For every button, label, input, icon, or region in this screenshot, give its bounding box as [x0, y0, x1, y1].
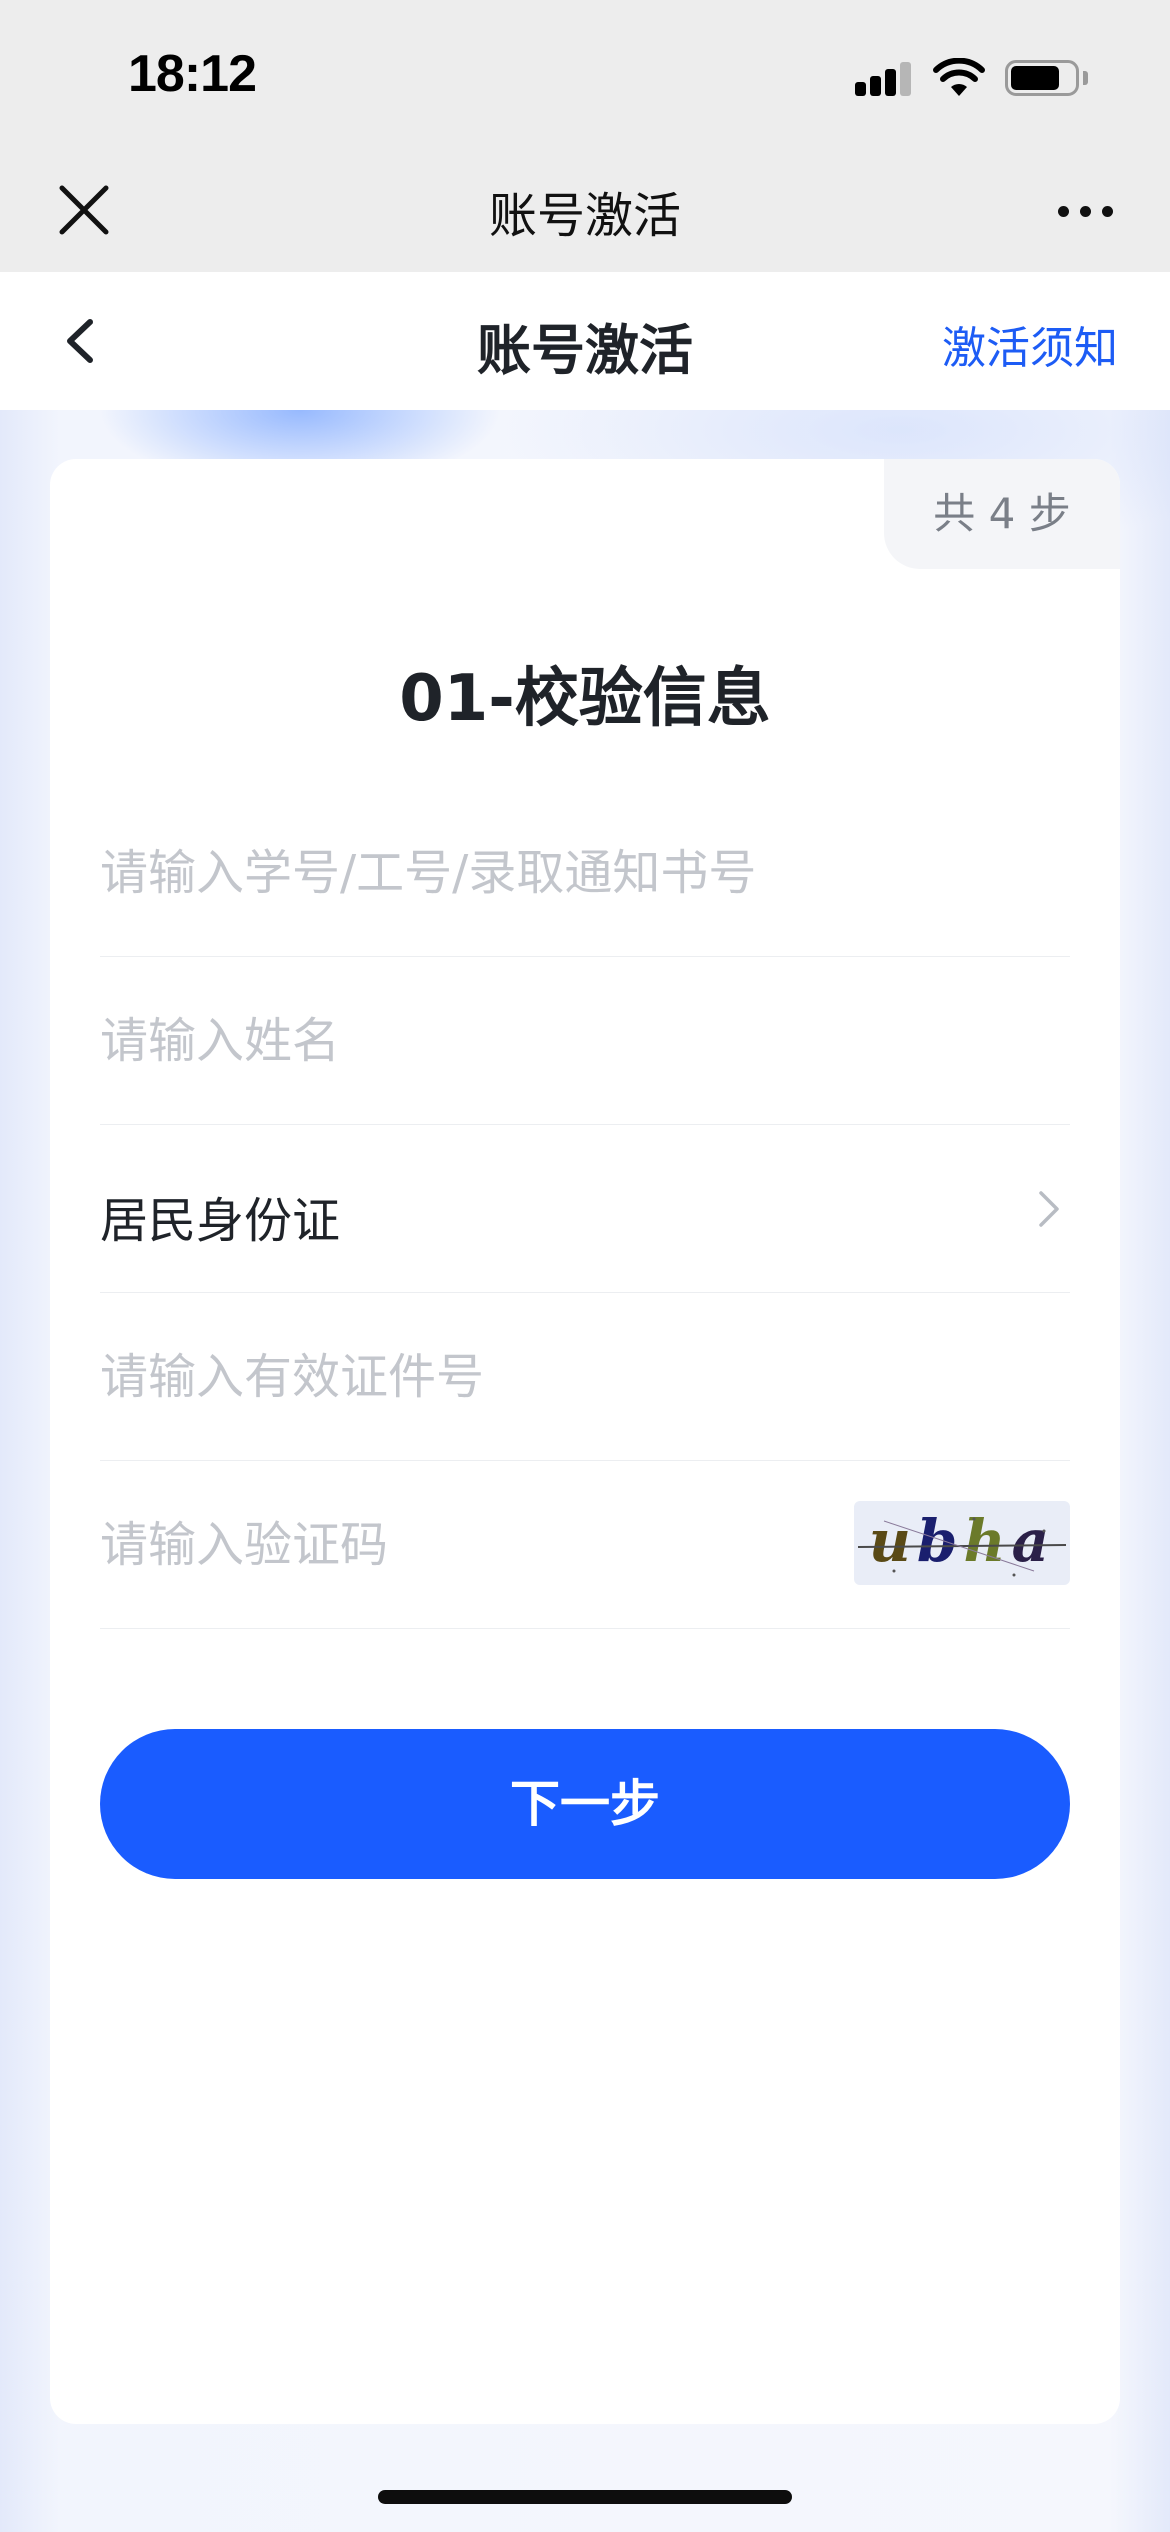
- more-icon[interactable]: [1052, 180, 1118, 240]
- id-type-value: 居民身份证: [100, 1193, 341, 1249]
- nav-bar: 账号激活 激活须知: [0, 272, 1170, 410]
- webview-title: 账号激活: [488, 188, 681, 244]
- battery-level: [1011, 66, 1059, 90]
- activation-notice-link[interactable]: 激活须知: [942, 312, 1118, 376]
- name-input[interactable]: [100, 957, 1070, 1124]
- chevron-right-icon: [1039, 1191, 1059, 1227]
- activation-card: 共 4 步 01-校验信息 居民身份证 ubha: [50, 459, 1120, 2424]
- status-icons: [855, 58, 1090, 98]
- id-type-select[interactable]: 居民身份证: [100, 1125, 1070, 1293]
- home-indicator: [378, 2490, 792, 2504]
- form-row-student-id: [100, 789, 1070, 957]
- status-time: 18:12: [128, 45, 257, 103]
- step-count-badge: 共 4 步: [884, 459, 1120, 569]
- form-row-id-number: [100, 1293, 1070, 1461]
- next-step-button[interactable]: 下一步: [100, 1729, 1070, 1879]
- id-number-input[interactable]: [100, 1293, 1070, 1460]
- status-bar: 18:12: [0, 0, 1170, 150]
- webview-header: 账号激活: [0, 150, 1170, 272]
- captcha-input[interactable]: [100, 1461, 820, 1628]
- form-row-captcha: ubha: [100, 1461, 1070, 1629]
- captcha-image[interactable]: ubha: [854, 1501, 1070, 1585]
- step-title: 01-校验信息: [399, 662, 771, 736]
- cellular-signal-icon: [855, 58, 915, 98]
- wifi-icon: [933, 58, 985, 96]
- battery-cap: [1083, 71, 1088, 85]
- form-row-name: [100, 957, 1070, 1125]
- captcha-noise: [857, 1517, 1067, 1577]
- student-id-input[interactable]: [100, 789, 1070, 956]
- battery-icon: [1005, 60, 1079, 96]
- verification-form: 居民身份证 ubha: [100, 789, 1070, 1629]
